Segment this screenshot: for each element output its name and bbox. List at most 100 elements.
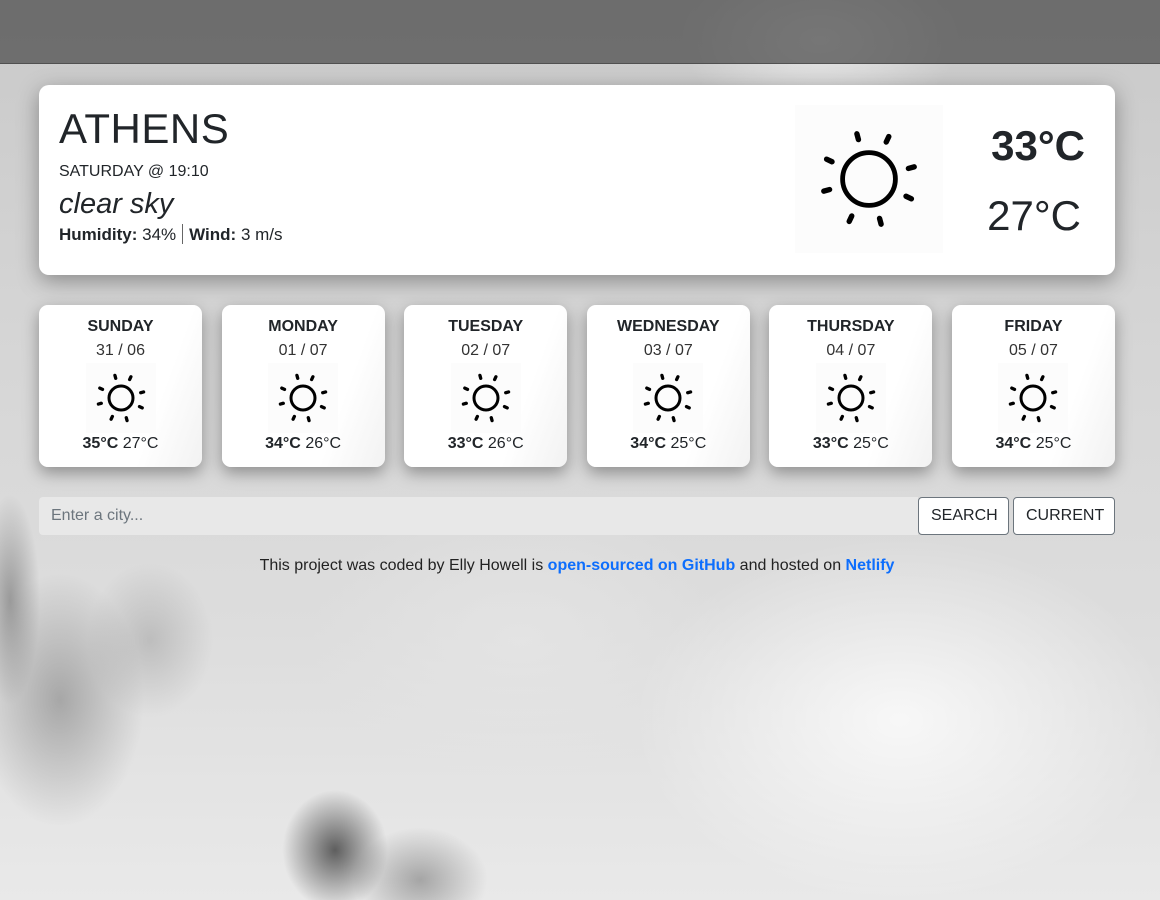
- wind-value: 3 m/s: [240, 225, 283, 244]
- sun-icon: [633, 363, 704, 433]
- sun-ray: [477, 373, 483, 380]
- sun-ray: [489, 416, 494, 423]
- sun-ray: [1021, 414, 1027, 421]
- current-location-button[interactable]: CURRENT: [1013, 497, 1115, 535]
- sun-ray: [124, 416, 129, 423]
- humidity-value: 34%: [142, 225, 177, 244]
- sun-ray: [474, 414, 479, 421]
- forecast-temps: 34°C 25°C: [952, 435, 1115, 453]
- sun-ray: [876, 215, 884, 227]
- sun-ray: [826, 401, 833, 406]
- sun-ray: [291, 414, 297, 421]
- sun-ray: [306, 416, 311, 423]
- forecast-day: TUESDAY: [448, 318, 524, 335]
- forecast-low: 26°C: [487, 435, 524, 452]
- city-search-input[interactable]: [39, 497, 918, 535]
- sun-icon: [450, 363, 521, 433]
- clear-sky-sun-icon: [795, 105, 943, 253]
- sun-ray: [644, 401, 651, 406]
- forecast-high: 34°C: [630, 435, 667, 452]
- forecast-day: THURSDAY: [807, 318, 895, 335]
- sun-ray: [295, 373, 300, 380]
- sun-ray: [854, 131, 862, 143]
- forecast-card: SUNDAY 31 / 06 35°C 27°C: [39, 305, 202, 467]
- sun-ray: [857, 375, 863, 382]
- current-temp-low: 27°C: [987, 192, 1081, 239]
- sun-ray: [278, 401, 286, 406]
- sun-ray: [846, 213, 855, 225]
- forecast-temps: 33°C 25°C: [769, 435, 932, 453]
- sun-ray: [868, 390, 876, 395]
- sun-ray: [96, 401, 103, 406]
- forecast-day: WEDNESDAY: [617, 318, 720, 335]
- forecast-low: 25°C: [670, 435, 707, 452]
- forecast-card: TUESDAY 02 / 07 33°C 26°C: [404, 305, 568, 467]
- sun-ray: [503, 390, 510, 395]
- details-divider: [182, 224, 184, 244]
- sun-ray: [839, 414, 844, 421]
- forecast-date: 04 / 07: [826, 342, 876, 359]
- search-button[interactable]: SEARCH: [918, 497, 1009, 535]
- sun-ray: [883, 133, 892, 145]
- sun-ray: [675, 375, 680, 382]
- forecast-day: FRIDAY: [1004, 318, 1063, 335]
- sun-ray: [660, 373, 665, 380]
- sun-ray: [843, 373, 848, 380]
- sun-ray: [903, 193, 915, 202]
- sun-ray: [319, 404, 326, 410]
- sun-ray: [854, 416, 859, 423]
- forecast-low: 27°C: [122, 435, 159, 452]
- sun-ray: [905, 164, 917, 172]
- sun-ray: [1040, 375, 1046, 382]
- sun-ray: [1025, 373, 1030, 380]
- humidity-label: Humidity:: [59, 225, 138, 244]
- forecast-low: 25°C: [853, 435, 889, 452]
- sun-ray: [821, 186, 833, 194]
- sun-ray: [1037, 416, 1042, 423]
- sun-ray: [462, 386, 469, 392]
- footer-text-middle: and hosted on: [735, 557, 846, 574]
- sun-icon: [268, 363, 339, 433]
- forecast-high: 33°C: [812, 435, 849, 452]
- forecast-low: 25°C: [1035, 435, 1072, 452]
- sun-ray: [1050, 404, 1057, 410]
- forecast-day: SUNDAY: [87, 318, 154, 335]
- forecast-temps: 33°C 26°C: [404, 435, 567, 453]
- weather-app: ATHENS SATURDAY @ 19:10 clear sky Humidi…: [39, 85, 1115, 575]
- forecast-card: WEDNESDAY 03 / 07 34°C 25°C: [586, 305, 750, 467]
- forecast-date: 01 / 07: [278, 342, 328, 359]
- sun-icon: [85, 363, 156, 433]
- sun-icon: [815, 363, 886, 433]
- forecast-high: 33°C: [447, 435, 484, 452]
- sun-ray: [127, 375, 133, 382]
- github-link[interactable]: open-sourced on GitHub: [548, 557, 736, 574]
- sun-ray: [1010, 386, 1017, 392]
- forecast-high: 34°C: [995, 435, 1032, 452]
- forecast-date: 02 / 07: [461, 342, 511, 359]
- sun-ray: [1009, 401, 1016, 406]
- sun-ray: [108, 414, 114, 421]
- forecast-list: SUNDAY 31 / 06 35°C 27°C MONDAY 01 / 07 …: [39, 305, 1115, 467]
- top-overlay-band: [0, 0, 1160, 64]
- sun-ray: [686, 390, 693, 395]
- netlify-link[interactable]: Netlify: [846, 557, 895, 574]
- footer-text-before: This project was coded by Elly Howell is: [259, 557, 548, 574]
- current-temp-high: 33°C: [991, 122, 1085, 169]
- forecast-date: 03 / 07: [643, 342, 693, 359]
- sun-ray: [656, 414, 662, 421]
- sun-ray: [645, 386, 652, 392]
- forecast-date: 31 / 06: [96, 342, 145, 359]
- current-weather-card: ATHENS SATURDAY @ 19:10 clear sky Humidi…: [39, 85, 1115, 275]
- sun-ray: [461, 401, 468, 406]
- forecast-temps: 35°C 27°C: [39, 435, 202, 453]
- sun-ray: [828, 386, 835, 392]
- sun-ray: [671, 416, 676, 423]
- forecast-card: THURSDAY 04 / 07 33°C 25°C: [769, 305, 933, 467]
- sun-ray: [321, 390, 328, 395]
- forecast-card: MONDAY 01 / 07 34°C 26°C: [221, 305, 385, 467]
- wind-label: Wind:: [189, 225, 237, 244]
- sun-icon: [998, 363, 1069, 433]
- sun-ray: [310, 375, 315, 382]
- forecast-high: 35°C: [82, 435, 119, 452]
- sun-ray: [867, 404, 874, 410]
